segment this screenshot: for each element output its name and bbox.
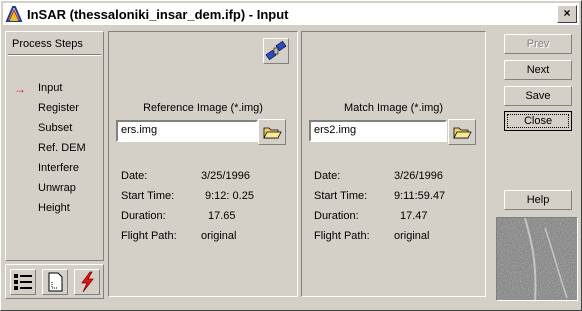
window-title: InSAR (thessaloniki_insar_dem.ifp) - Inp…	[27, 7, 289, 22]
help-button[interactable]: Help	[504, 190, 572, 210]
steps-divider	[8, 54, 101, 56]
reference-date-label: Date:	[121, 170, 148, 182]
reference-browse-button[interactable]	[258, 119, 286, 145]
match-flight-label: Flight Path:	[314, 230, 370, 242]
reference-start-value: 9:12: 0.25	[205, 190, 254, 202]
reference-file-input[interactable]: ers.img	[116, 120, 258, 142]
match-browse-button[interactable]	[448, 119, 476, 145]
match-duration-value: 17.47	[400, 210, 428, 222]
satellite-button[interactable]	[263, 38, 289, 64]
satellite-icon	[265, 40, 287, 61]
title-bar: InSAR (thessaloniki_insar_dem.ifp) - Inp…	[3, 3, 579, 25]
current-step-arrow-icon: →	[14, 82, 26, 96]
prev-button[interactable]: Prev	[504, 34, 572, 54]
reference-duration-value: 17.65	[208, 210, 236, 222]
match-start-label: Start Time:	[314, 190, 368, 202]
run-button[interactable]	[74, 269, 100, 295]
reference-flight-value: original	[201, 230, 237, 242]
page-button[interactable]	[42, 269, 68, 295]
tool-row	[5, 264, 104, 299]
insar-app-icon[interactable]	[5, 5, 23, 23]
close-button-label: Close	[507, 114, 569, 128]
reference-image-panel: Reference Image (*.img) ers.img Date: 3/…	[108, 31, 298, 297]
folder-open-icon	[453, 127, 472, 139]
step-interfere[interactable]: Interfere	[38, 162, 79, 174]
save-button[interactable]: Save	[504, 86, 572, 106]
reference-duration-label: Duration:	[121, 210, 166, 222]
process-steps-panel: Process Steps → Input Register Subset Re…	[5, 31, 104, 261]
close-button[interactable]: Close	[504, 111, 572, 131]
list-view-icon	[14, 274, 32, 290]
match-duration-label: Duration:	[314, 210, 359, 222]
reference-start-label: Start Time:	[121, 190, 175, 202]
reference-date-value: 3/25/1996	[201, 170, 250, 182]
match-date-value: 3/26/1996	[394, 170, 443, 182]
step-register[interactable]: Register	[38, 102, 79, 114]
step-subset[interactable]: Subset	[38, 122, 72, 134]
match-date-label: Date:	[314, 170, 341, 182]
match-image-label: Match Image (*.img)	[343, 102, 444, 114]
match-file-input[interactable]: ers2.img	[309, 120, 447, 142]
step-height[interactable]: Height	[38, 202, 70, 214]
prev-button-label: Prev	[526, 38, 550, 50]
reference-image-label: Reference Image (*.img)	[143, 102, 263, 114]
insar-window: InSAR (thessaloniki_insar_dem.ifp) - Inp…	[0, 0, 582, 311]
next-button[interactable]: Next	[504, 60, 572, 80]
match-flight-value: original	[394, 230, 430, 242]
match-start-value: 9:11:59.47	[394, 190, 446, 202]
process-steps-header: Process Steps	[12, 38, 83, 50]
image-preview-thumbnail	[496, 217, 578, 301]
page-icon	[48, 272, 63, 292]
step-ref-dem[interactable]: Ref. DEM	[38, 142, 86, 154]
match-image-panel: Match Image (*.img) ers2.img Date: 3/26/…	[301, 31, 486, 297]
list-view-button[interactable]	[10, 269, 36, 295]
close-window-button[interactable]: ×	[557, 5, 577, 23]
reference-flight-label: Flight Path:	[121, 230, 177, 242]
folder-open-icon	[263, 127, 282, 139]
step-input[interactable]: Input	[38, 82, 62, 94]
lightning-icon	[81, 271, 94, 293]
step-unwrap[interactable]: Unwrap	[38, 182, 76, 194]
